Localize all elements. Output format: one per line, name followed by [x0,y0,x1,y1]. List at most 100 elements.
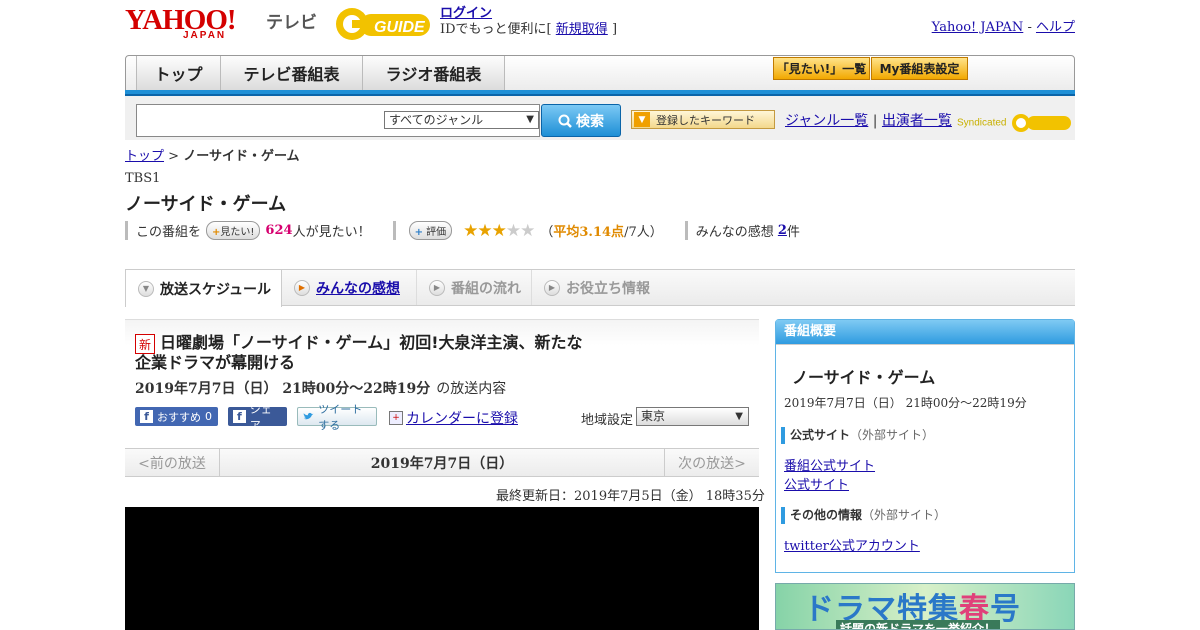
episode-date: 2019年7月7日（日） 21時00分～22時19分 の放送内容 [135,378,506,398]
twitter-bird-icon [303,412,314,420]
episode-title: 日曜劇場「ノーサイド・ゲーム」初回!大泉洋主演、新たな [160,333,583,352]
drama-special-banner[interactable]: ドラマ特集春号 話題の新ドラマを一挙紹介！ [775,583,1075,630]
program-overview-heading: 番組概要 [776,320,1074,344]
calendar-register[interactable]: + カレンダーに登録 [389,408,518,428]
tab-flow: ▶ 番組の流れ [417,270,532,305]
external-note: （外部サイト） [862,508,947,522]
tab-schedule[interactable]: ▼ 放送スケジュール [125,270,282,307]
genre-select[interactable]: すべてのジャンル ▼ [384,111,539,129]
region-label: 地域設定 [581,413,634,428]
chevron-right-icon: ▶ [294,279,310,296]
login-link[interactable]: ログイン [440,6,492,21]
new-badge: 新 [135,334,155,354]
help-link[interactable]: ヘルプ [1036,20,1075,35]
tab-impressions[interactable]: ▶ みんなの感想 [282,270,417,305]
cast-list-link[interactable]: 出演者一覧 [882,113,952,129]
breadcrumb-current: ノーサイド・ゲーム [183,149,300,164]
gguide-logo: GUIDE [334,6,432,42]
side-program-date: 2019年7月7日（日） 21時00分～22時19分 [784,396,1027,410]
facebook-icon: f [140,410,153,423]
top-links-separator: - [1027,20,1032,35]
syndicated-text: Syndicated [957,117,1007,129]
prev-broadcast-button[interactable]: <前の放送 [125,449,220,476]
tab-impressions-label[interactable]: みんなの感想 [316,278,400,298]
signup-link[interactable]: 新規取得 [556,22,608,37]
facebook-share-button[interactable]: f シェア [228,403,287,432]
tab-schedule-label: 放送スケジュール [160,281,272,298]
next-broadcast-button[interactable]: 次の放送> [664,449,759,476]
other-info-label: その他の情報 [790,508,863,522]
my-listing-button[interactable]: My番組表設定 [871,57,968,80]
rating-stat: + 評価 ★★★★★ （平均3.14点/7人） [392,220,663,241]
other-info-heading: その他の情報（外部サイト） [781,507,946,524]
rating-button[interactable]: + 評価 [408,221,453,240]
want-prefix: この番組を [136,225,202,240]
pager-current-date: 2019年7月7日（日） [370,455,514,472]
official-link-site[interactable]: 公式サイト [784,474,849,493]
tweet-button[interactable]: ツイートする [297,403,377,432]
bracket-close: ] [611,22,618,37]
dropdown-arrow-icon: ▼ [735,411,743,422]
episode-date-suffix: の放送内容 [436,381,507,397]
svg-text:GUIDE: GUIDE [374,19,426,36]
genre-select-value: すべてのジャンル [389,113,484,127]
calendar-icon: + [389,411,403,425]
episode-title-line2: 企業ドラマが幕開ける [135,353,296,372]
external-note: （外部サイト） [850,428,935,442]
nav-tab-top[interactable]: トップ [136,56,221,90]
want-suffix: 人が見たい！ [292,225,371,240]
yahoo-logo[interactable]: YAHOO! JAPAN [125,6,263,42]
want-button-label: 見たい! [220,227,255,238]
search-links: ジャンル一覧 | 出演者一覧 [785,110,952,130]
facebook-icon: f [233,410,246,423]
video-player[interactable] [125,507,759,630]
stars-filled: ★★★ [463,220,507,241]
rating-people: /7人） [624,225,663,240]
tv-logo-text: テレビ [266,13,317,33]
want-stat: この番組を +見たい! 624 人が見たい！ [125,221,371,240]
dropdown-arrow-icon: ▼ [526,114,534,125]
program-stats: この番組を +見たい! 624 人が見たい！ + 評価 ★★★★★ （平均3.1… [125,220,822,241]
want-list-button[interactable]: 「見たい!」一覧 [773,57,870,80]
impressions-stat: みんなの感想 2 件 [684,221,800,240]
chevron-down-icon: ▼ [138,280,154,297]
tab-flow-label: 番組の流れ [451,280,521,297]
episode-date-text: 2019年7月7日（日） 21時00分～22時19分 [135,381,431,397]
stars-empty: ★★ [505,220,536,241]
syndicated-label: Syndicated [957,112,1073,134]
last-updated: 最終更新日：2019年7月5日（金） 18時35分 [496,489,765,504]
breadcrumb-separator: > [168,149,180,164]
fb-recommend-count: 0 [205,410,212,423]
keyword-button[interactable]: ▼ 登録したキーワード [631,110,775,129]
nav-tab-tv-listings[interactable]: テレビ番組表 [221,56,363,90]
region-select-value: 東京 [641,409,666,423]
page-title: ノーサイド・ゲーム [125,194,287,215]
nav-tab-radio-listings[interactable]: ラジオ番組表 [363,56,505,90]
star-rating-icon: ★★★★★ [463,220,536,241]
yahoo-japan-link[interactable]: Yahoo! JAPAN [932,20,1024,35]
channel-name: TBS1 [125,171,161,186]
official-sites-label: 公式サイト [790,428,851,442]
breadcrumb: トップ > ノーサイド・ゲーム [125,145,300,164]
search-button[interactable]: 検索 [541,104,621,137]
chevron-right-icon: ▶ [544,279,560,296]
official-link-program[interactable]: 番組公式サイト [784,455,875,474]
region-select[interactable]: 東京 ▼ [636,407,749,426]
facebook-recommend-button[interactable]: f おすすめ 0 [135,407,218,426]
plus-icon: + [414,227,423,238]
want-button[interactable]: +見たい! [206,221,261,240]
keyword-button-label: 登録したキーワード [656,113,755,127]
fb-recommend-label: おすすめ [157,410,201,424]
twitter-official-link[interactable]: twitter公式アカウント [784,535,920,554]
official-sites-heading: 公式サイト（外部サイト） [781,427,934,444]
banner-subtitle: 話題の新ドラマを一挙紹介！ [836,620,1001,629]
breadcrumb-top-link[interactable]: トップ [125,149,164,164]
calendar-link[interactable]: カレンダーに登録 [406,408,518,428]
broadcast-pager: <前の放送 2019年7月7日（日） 次の放送> [125,448,759,477]
impressions-count-link[interactable]: 2 [778,223,787,238]
genre-list-link[interactable]: ジャンル一覧 [785,113,868,129]
gguide-small-logo-icon [1012,114,1072,132]
yahoo-logo-japan: JAPAN [183,30,227,41]
main-nav: トップ テレビ番組表 ラジオ番組表 「見たい!」一覧 My番組表設定 [125,55,1075,91]
chevron-right-icon: ▶ [429,279,445,296]
